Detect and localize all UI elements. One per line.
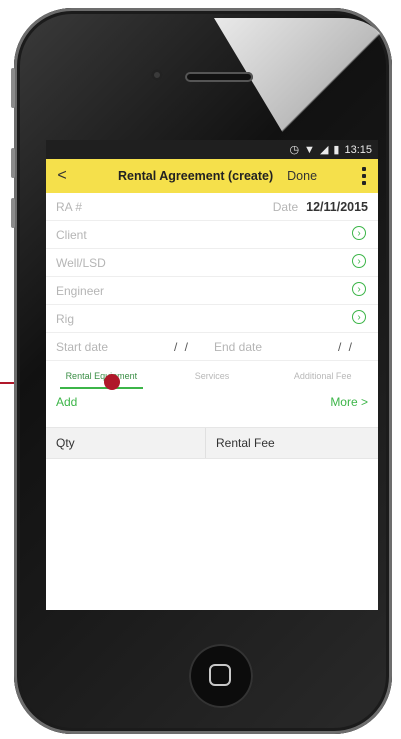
tab-services[interactable]: Services — [157, 361, 268, 391]
page-title: Rental Agreement (create) — [118, 169, 274, 183]
back-button[interactable]: < — [46, 167, 78, 185]
date-value[interactable]: 12/11/2015 — [306, 200, 368, 214]
volume-up-button — [11, 148, 15, 178]
app-bar: < Rental Agreement (create) Done — [46, 159, 378, 193]
annotation-dot — [104, 374, 120, 390]
ra-number-label: RA # — [56, 199, 83, 214]
action-row: Add More > — [46, 391, 378, 413]
start-date-label: Start date — [56, 339, 109, 354]
signal-icon: ◢ — [319, 144, 329, 156]
tab-rental-equipment[interactable]: Rental Equipment — [46, 361, 157, 391]
well-label: Well/LSD — [56, 255, 106, 270]
table-header: Qty Rental Fee — [46, 427, 378, 459]
client-label: Client — [56, 227, 87, 242]
chevron-right-icon[interactable]: › — [352, 254, 366, 268]
end-date-value[interactable]: / / — [338, 340, 354, 354]
qty-header: Qty — [46, 428, 206, 458]
wifi-icon: ▼ — [304, 143, 315, 156]
more-button[interactable]: More > — [330, 395, 368, 409]
date-label: Date — [272, 199, 299, 214]
tab-bar: Rental Equipment Services Additional Fee — [46, 361, 378, 391]
mute-switch — [11, 68, 15, 108]
rig-row[interactable]: Rig › — [46, 305, 378, 333]
rental-fee-header: Rental Fee — [216, 436, 275, 450]
tab-additional-fee[interactable]: Additional Fee — [267, 361, 378, 391]
end-date-label: End date — [214, 339, 263, 354]
chevron-right-icon[interactable]: › — [352, 226, 366, 240]
earpiece-speaker — [185, 72, 253, 82]
well-row[interactable]: Well/LSD › — [46, 249, 378, 277]
chevron-right-icon[interactable]: › — [352, 282, 366, 296]
home-square-icon — [209, 664, 231, 686]
overflow-menu-icon[interactable] — [362, 167, 366, 185]
volume-down-button — [11, 198, 15, 228]
rig-label: Rig — [56, 311, 75, 326]
status-time: 13:15 — [344, 143, 372, 156]
add-button[interactable]: Add — [56, 395, 77, 409]
done-button[interactable]: Done — [287, 169, 317, 183]
date-range-row: Start date / / End date / / — [46, 333, 378, 361]
client-row[interactable]: Client › — [46, 221, 378, 249]
ra-number-row[interactable]: RA # Date 12/11/2015 — [46, 193, 378, 221]
status-bar: ◷ ▼ ◢ ▮ 13:15 — [46, 140, 378, 159]
engineer-label: Engineer — [56, 283, 105, 298]
start-date-value[interactable]: / / — [174, 340, 214, 354]
battery-icon: ▮ — [333, 144, 340, 156]
engineer-row[interactable]: Engineer › — [46, 277, 378, 305]
phone-screen: ◷ ▼ ◢ ▮ 13:15 < Rental Agreement (create… — [46, 140, 378, 610]
alarm-icon: ◷ — [289, 144, 300, 156]
front-camera — [151, 69, 163, 81]
home-button[interactable] — [189, 644, 253, 708]
chevron-right-icon[interactable]: › — [352, 310, 366, 324]
